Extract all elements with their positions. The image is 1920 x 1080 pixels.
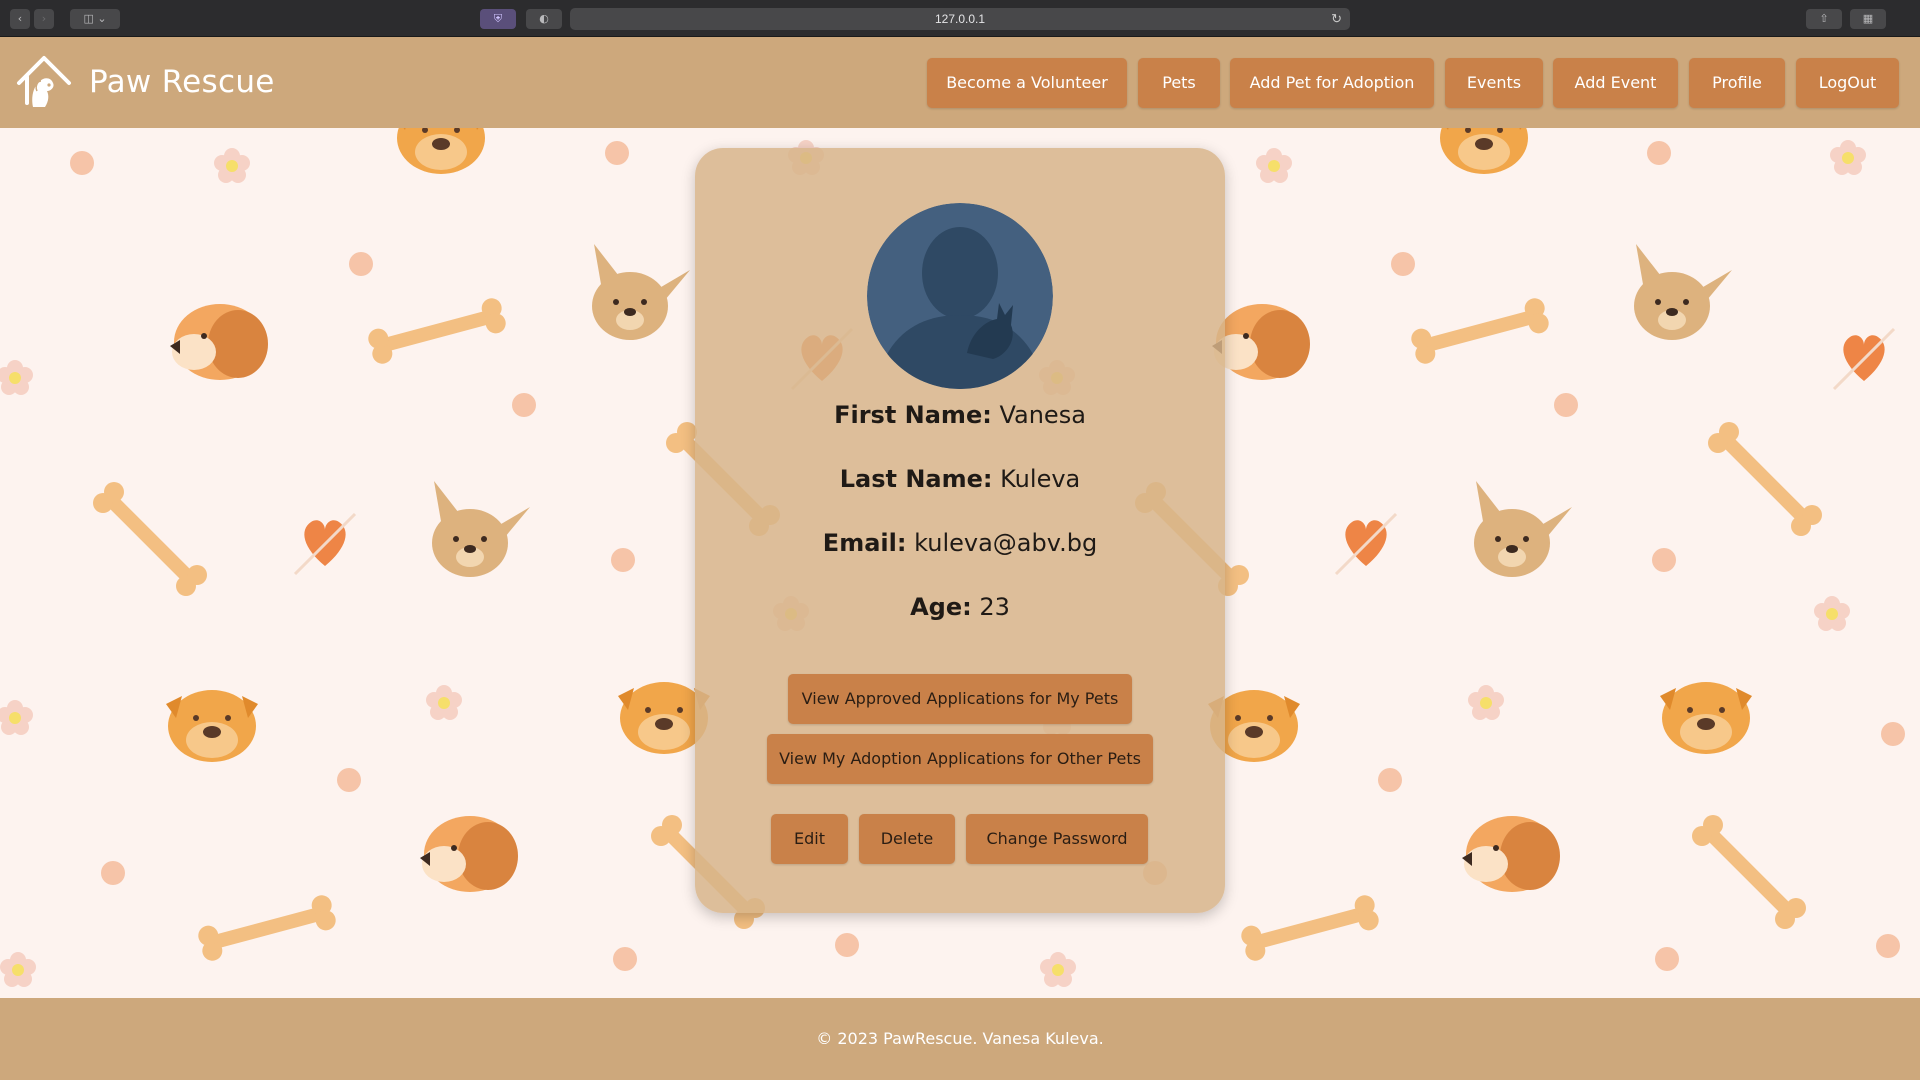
tabs-overview-icon[interactable]: ▦ <box>1850 9 1886 29</box>
shield-icon[interactable]: ⛨ <box>480 9 516 29</box>
footer-copyright: © 2023 PawRescue. Vanesa Kuleva. <box>816 1029 1104 1048</box>
age-value: 23 <box>979 593 1010 621</box>
brand[interactable]: Paw Rescue <box>13 51 275 113</box>
navbar: Paw Rescue Become a Volunteer Pets Add P… <box>0 37 1920 128</box>
back-icon[interactable]: ‹ <box>10 9 30 29</box>
age-row: Age: 23 <box>695 593 1225 621</box>
view-my-adoption-applications-button[interactable]: View My Adoption Applications for Other … <box>767 734 1153 784</box>
nav-profile-button[interactable]: Profile <box>1689 58 1785 108</box>
forward-icon[interactable]: › <box>34 9 54 29</box>
brand-name: Paw Rescue <box>89 64 275 100</box>
last-name-label: Last Name: <box>839 465 993 493</box>
email-row: Email: kuleva@abv.bg <box>695 529 1225 557</box>
email-value: kuleva@abv.bg <box>914 529 1098 557</box>
user-silhouette-icon <box>867 203 1053 389</box>
change-password-button[interactable]: Change Password <box>966 814 1148 864</box>
profile-card: First Name: Vanesa Last Name: Kuleva Ema… <box>695 148 1225 913</box>
first-name-value: Vanesa <box>999 401 1086 429</box>
last-name-row: Last Name: Kuleva <box>695 465 1225 493</box>
first-name-label: First Name: <box>834 401 992 429</box>
nav-pets-button[interactable]: Pets <box>1138 58 1220 108</box>
url-text: 127.0.0.1 <box>934 12 986 26</box>
nav-add-pet-button[interactable]: Add Pet for Adoption <box>1230 58 1434 108</box>
browser-toolbar: ‹ › ◫ ⌄ ⛨ ◐ 127.0.0.1 ↻ ⇧ ▦ <box>0 0 1920 37</box>
last-name-value: Kuleva <box>1000 465 1081 493</box>
avatar <box>867 203 1053 389</box>
nav-events-button[interactable]: Events <box>1445 58 1543 108</box>
first-name-row: First Name: Vanesa <box>695 401 1225 429</box>
email-label: Email: <box>822 529 907 557</box>
view-approved-applications-button[interactable]: View Approved Applications for My Pets <box>788 674 1132 724</box>
nav-logout-button[interactable]: LogOut <box>1796 58 1899 108</box>
sidebar-toggle-icon[interactable]: ◫ ⌄ <box>70 9 120 29</box>
nav-become-volunteer-button[interactable]: Become a Volunteer <box>927 58 1127 108</box>
reload-icon[interactable]: ↻ <box>1331 8 1342 30</box>
nav-add-event-button[interactable]: Add Event <box>1553 58 1678 108</box>
privacy-icon[interactable]: ◐ <box>526 9 562 29</box>
edit-button[interactable]: Edit <box>771 814 848 864</box>
age-label: Age: <box>910 593 972 621</box>
paw-rescue-logo-icon <box>17 56 71 107</box>
share-icon[interactable]: ⇧ <box>1806 9 1842 29</box>
footer: © 2023 PawRescue. Vanesa Kuleva. <box>0 998 1920 1080</box>
delete-button[interactable]: Delete <box>859 814 955 864</box>
address-bar[interactable]: 127.0.0.1 ↻ <box>570 8 1350 30</box>
